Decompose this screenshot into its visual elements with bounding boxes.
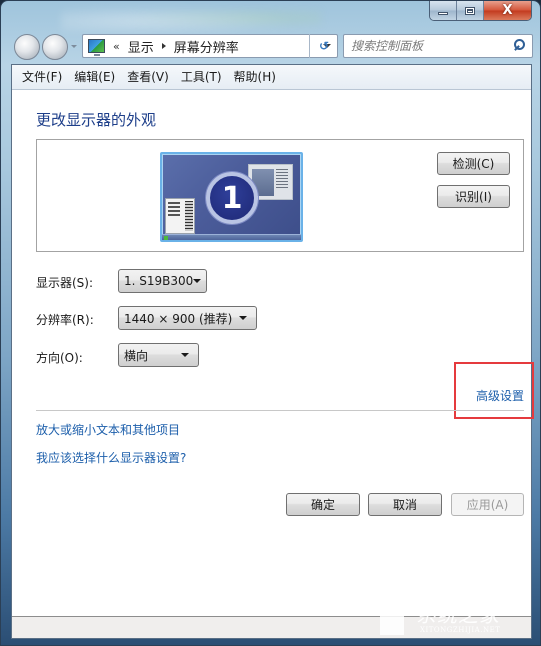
back-button[interactable] bbox=[14, 34, 40, 60]
display-control-panel-icon bbox=[88, 39, 105, 56]
ok-button[interactable]: 确定 bbox=[286, 493, 360, 516]
status-bar bbox=[12, 616, 531, 638]
maximize-icon bbox=[465, 6, 475, 15]
resolution-select-value: 1440 × 900 (推荐) bbox=[124, 311, 233, 326]
search-box bbox=[343, 34, 533, 58]
close-icon: X bbox=[502, 3, 513, 18]
zoom-text-link[interactable]: 放大或缩小文本和其他项目 bbox=[36, 421, 180, 438]
menu-help[interactable]: 帮助(H) bbox=[228, 65, 282, 90]
display-select-value: 1. S19B300 bbox=[124, 274, 194, 288]
search-input[interactable] bbox=[351, 39, 510, 53]
client-area: 文件(F) 编辑(E) 查看(V) 工具(T) 帮助(H) 更改显示器的外观 1… bbox=[11, 64, 534, 639]
breadcrumb-screen-resolution[interactable]: 屏幕分辨率 bbox=[174, 37, 239, 56]
orientation-select[interactable]: 横向 bbox=[118, 343, 199, 367]
menu-bar: 文件(F) 编辑(E) 查看(V) 工具(T) 帮助(H) bbox=[12, 65, 531, 90]
minimize-icon bbox=[438, 12, 448, 15]
chevron-down-icon bbox=[239, 316, 247, 320]
address-bar[interactable]: « 显示 屏幕分辨率 bbox=[82, 34, 338, 58]
recent-pages-dropdown-icon[interactable] bbox=[71, 45, 77, 48]
overflow-chevron-icon[interactable]: « bbox=[113, 40, 120, 53]
minimize-button[interactable] bbox=[430, 1, 457, 20]
orientation-select-value: 横向 bbox=[124, 348, 149, 363]
chevron-down-icon bbox=[193, 279, 202, 283]
chevron-down-icon bbox=[181, 353, 189, 357]
orientation-label: 方向(O): bbox=[36, 351, 83, 365]
display-label: 显示器(S): bbox=[36, 276, 94, 290]
identify-button[interactable]: 识别(I) bbox=[437, 185, 510, 208]
display-select[interactable]: 1. S19B300 bbox=[118, 269, 207, 293]
caption-buttons: X bbox=[429, 1, 532, 21]
search-icon[interactable] bbox=[510, 37, 528, 55]
which-settings-link[interactable]: 我应该选择什么显示器设置? bbox=[36, 449, 186, 466]
advanced-settings-link[interactable]: 高级设置 bbox=[476, 387, 524, 404]
monitor-number-badge: 1 bbox=[206, 172, 258, 224]
menu-edit[interactable]: 编辑(E) bbox=[68, 65, 121, 90]
menu-view[interactable]: 查看(V) bbox=[121, 65, 175, 90]
window-frame: X « 显示 屏幕分辨率 ↺ 文件(F) 编辑(E) 查看(V) 工具(T) 帮… bbox=[0, 0, 541, 646]
refresh-button[interactable]: ↺ bbox=[309, 34, 338, 58]
breadcrumb-display[interactable]: 显示 bbox=[128, 37, 154, 56]
resolution-label: 分辨率(R): bbox=[36, 313, 94, 327]
forward-button[interactable] bbox=[42, 34, 68, 60]
detect-button[interactable]: 检测(C) bbox=[437, 152, 510, 175]
menu-file[interactable]: 文件(F) bbox=[16, 65, 68, 90]
cancel-button[interactable]: 取消 bbox=[368, 493, 442, 516]
divider bbox=[36, 410, 524, 411]
apply-button[interactable]: 应用(A) bbox=[451, 493, 524, 516]
close-button[interactable]: X bbox=[484, 1, 531, 20]
page-title: 更改显示器的外观 bbox=[36, 111, 157, 129]
monitor-1-thumbnail[interactable]: 1 bbox=[160, 152, 303, 242]
start-menu-thumbnail-icon bbox=[165, 198, 195, 234]
taskbar-thumbnail bbox=[162, 234, 301, 240]
menu-tools[interactable]: 工具(T) bbox=[175, 65, 228, 90]
maximize-button[interactable] bbox=[457, 1, 484, 20]
resolution-select[interactable]: 1440 × 900 (推荐) bbox=[118, 306, 257, 330]
refresh-icon: ↺ bbox=[318, 39, 330, 53]
breadcrumb-separator-icon[interactable] bbox=[161, 43, 166, 49]
